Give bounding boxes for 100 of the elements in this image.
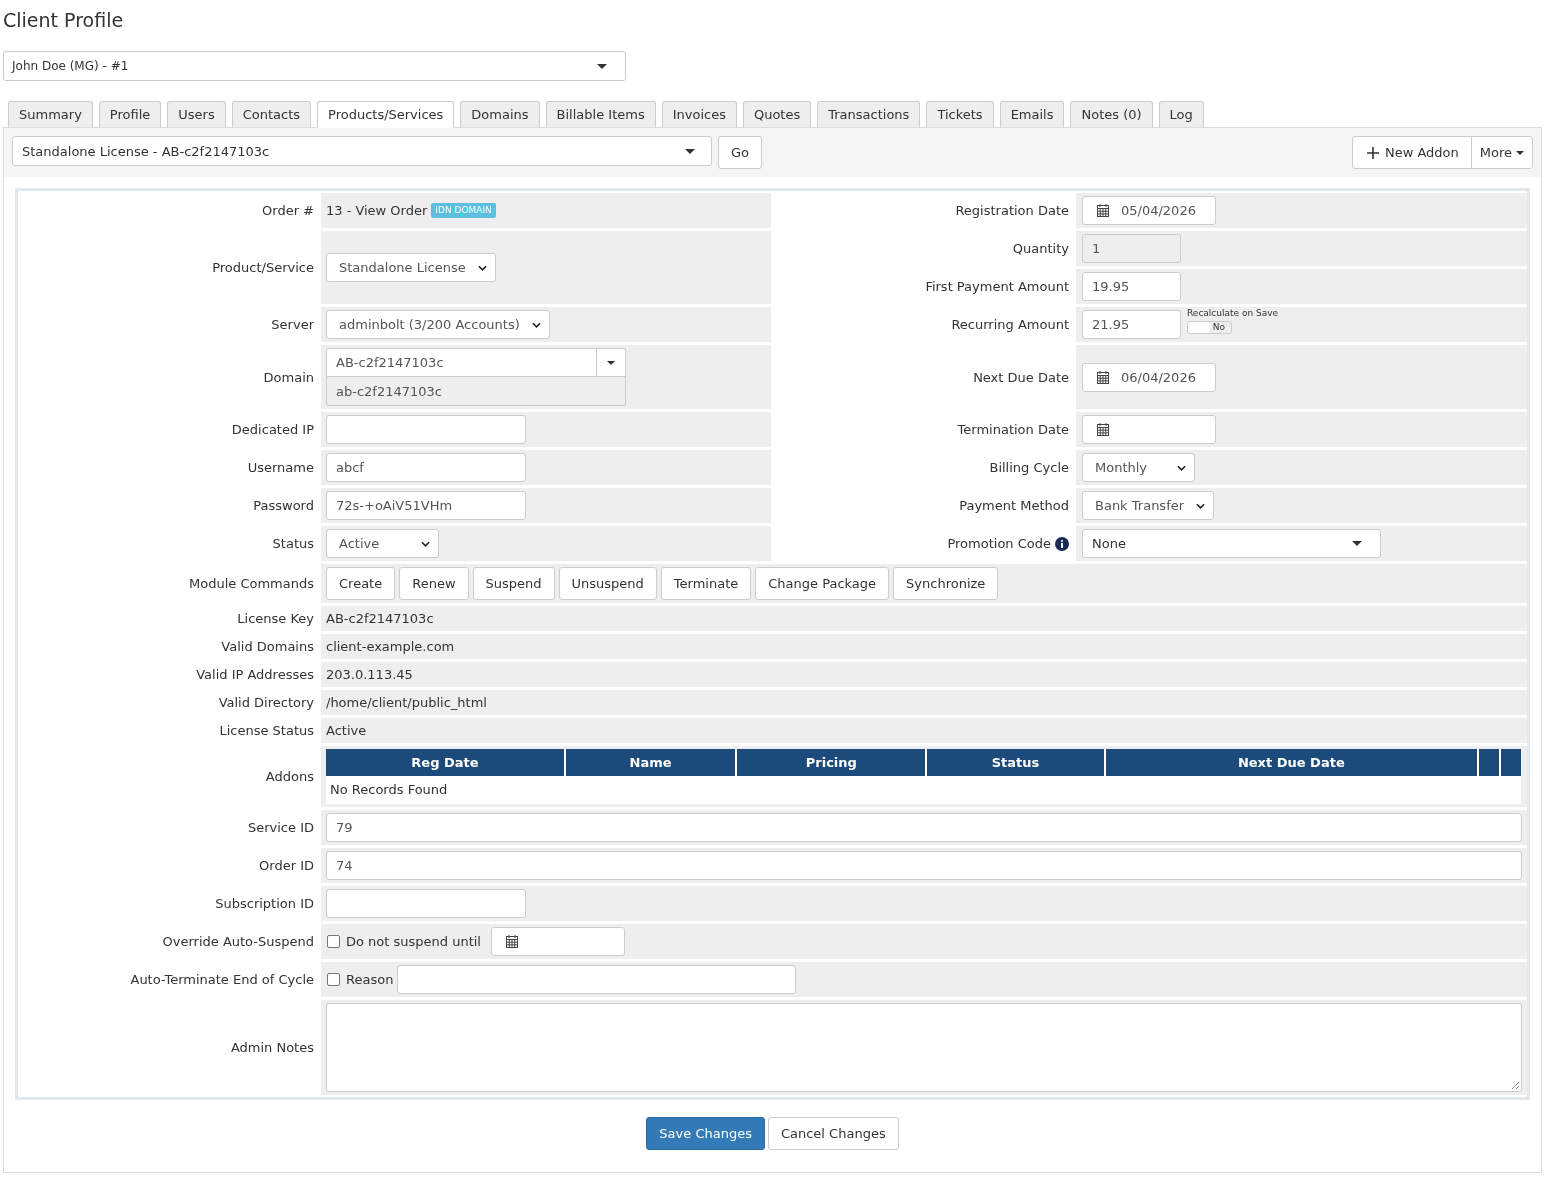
command-button[interactable]: Synchronize: [893, 567, 999, 600]
resize-grip-icon[interactable]: [1511, 1081, 1519, 1089]
command-button[interactable]: Unsuspend: [558, 567, 657, 600]
text-field[interactable]: 74: [326, 851, 1522, 880]
field-value: AB-c2f2147103c: [326, 610, 434, 628]
tab[interactable]: Log: [1158, 101, 1204, 128]
save-button[interactable]: Save Changes: [646, 1117, 765, 1150]
text-field[interactable]: abcf: [326, 453, 526, 482]
field-label: Override Auto-Suspend: [162, 934, 314, 949]
field-label: Payment Method: [959, 498, 1069, 513]
blank-column-header: [1479, 749, 1499, 776]
view-order-link[interactable]: View Order: [355, 203, 428, 218]
recalculate-label: Recalculate on Save: [1187, 308, 1279, 319]
field-label: Quantity: [1012, 241, 1069, 256]
field-label: Product/Service: [212, 260, 314, 275]
caret-icon: [597, 63, 607, 69]
dropdown-toggle-button[interactable]: [597, 348, 626, 377]
tab[interactable]: Emails: [999, 101, 1065, 128]
select-field[interactable]: Standalone License: [326, 253, 496, 282]
chevron-down-icon: [1177, 464, 1186, 471]
column-header: Pricing: [737, 749, 926, 776]
checkbox[interactable]: [327, 973, 340, 986]
field-label: Promotion Code: [947, 536, 1051, 551]
text-field[interactable]: [326, 889, 526, 918]
go-button[interactable]: Go: [718, 136, 763, 169]
field-label: Auto-Terminate End of Cycle: [130, 972, 314, 987]
checkbox[interactable]: [327, 935, 340, 948]
tab[interactable]: Transactions: [817, 101, 921, 128]
column-header: Name: [565, 749, 736, 776]
field-label: Dedicated IP: [231, 422, 314, 437]
field-label: Valid Domains: [221, 639, 314, 654]
command-button[interactable]: Terminate: [660, 567, 752, 600]
field-value: 203.0.113.45: [326, 666, 413, 684]
field-label: Module Commands: [189, 576, 314, 591]
tab[interactable]: Domains: [460, 101, 540, 128]
amount-field[interactable]: 21.95: [1082, 310, 1181, 339]
text-field[interactable]: 72s-+oAiV51VHm: [326, 491, 526, 520]
tab[interactable]: Invoices: [661, 101, 737, 128]
amount-field[interactable]: 19.95: [1082, 272, 1181, 301]
blank-column-header: [1501, 749, 1521, 776]
new-addon-button[interactable]: New Addon: [1351, 136, 1472, 169]
domain-readonly-field[interactable]: ab-c2f2147103c: [326, 377, 626, 406]
date-field[interactable]: [491, 927, 625, 956]
tab[interactable]: Quotes: [742, 101, 812, 128]
command-button[interactable]: Renew: [399, 567, 469, 600]
order-number: 13 -: [326, 203, 352, 218]
field-label: License Key: [237, 611, 314, 626]
idn-domain-tag: IDN DOMAIN: [431, 203, 496, 218]
caret-icon: [685, 148, 695, 154]
command-button[interactable]: Create: [326, 567, 396, 600]
field-label: License Status: [219, 723, 314, 738]
calendar-icon: [1097, 370, 1109, 384]
text-field[interactable]: [326, 415, 526, 444]
select-field[interactable]: Active: [326, 529, 439, 558]
caret-icon: [1516, 150, 1524, 155]
date-field[interactable]: [1082, 415, 1216, 444]
date-field[interactable]: 06/04/2026: [1082, 362, 1216, 392]
recalculate-toggle[interactable]: No: [1187, 321, 1232, 334]
column-header: Reg Date: [326, 749, 564, 776]
field-label: Status: [272, 536, 314, 551]
text-field[interactable]: [397, 965, 797, 994]
cancel-button[interactable]: Cancel Changes: [767, 1117, 899, 1150]
field-label: Valid IP Addresses: [196, 667, 314, 682]
tab[interactable]: Billable Items: [545, 101, 656, 128]
select-field[interactable]: Bank Transfer: [1082, 491, 1215, 520]
chevron-down-icon: [531, 321, 541, 328]
field-value: /home/client/public_html: [326, 694, 487, 712]
column-header: Status: [927, 749, 1104, 776]
field-label: Registration Date: [955, 203, 1069, 218]
calendar-icon: [1097, 423, 1109, 436]
select-field[interactable]: Monthly: [1082, 453, 1195, 482]
plus-icon: [1366, 146, 1379, 159]
field-label: Username: [247, 460, 314, 475]
text-field[interactable]: 79: [326, 813, 1522, 842]
service-select[interactable]: Standalone License - AB-c2f2147103c: [12, 136, 712, 166]
tab[interactable]: Users: [167, 101, 226, 128]
command-button[interactable]: Suspend: [472, 567, 555, 600]
field-value: Active: [326, 722, 367, 740]
field-label: Recurring Amount: [951, 317, 1069, 332]
more-button[interactable]: More: [1470, 136, 1533, 169]
tab[interactable]: Summary: [8, 101, 93, 128]
tab[interactable]: Contacts: [231, 101, 311, 128]
tab[interactable]: Notes (0): [1070, 101, 1153, 128]
tab[interactable]: Products/Services: [317, 101, 455, 128]
domain-field[interactable]: AB-c2f2147103c: [326, 348, 597, 377]
field-label: Billing Cycle: [989, 460, 1069, 475]
field-label: Admin Notes: [230, 1040, 314, 1055]
tab[interactable]: Tickets: [926, 101, 994, 128]
command-button[interactable]: Change Package: [755, 567, 890, 600]
field-label: Server: [271, 317, 314, 332]
client-select[interactable]: John Doe (MG) - #1: [3, 51, 626, 81]
info-icon[interactable]: [1055, 536, 1069, 551]
date-field[interactable]: 05/04/2026: [1082, 196, 1216, 225]
field-label: Service ID: [247, 820, 314, 835]
option-label: Do not suspend until: [346, 934, 481, 949]
field-label: First Payment Amount: [925, 279, 1069, 294]
tab[interactable]: Profile: [98, 101, 162, 128]
page-title: Client Profile: [3, 8, 125, 32]
dropdown-field[interactable]: None: [1082, 529, 1381, 558]
select-field[interactable]: adminbolt (3/200 Accounts): [326, 310, 550, 339]
